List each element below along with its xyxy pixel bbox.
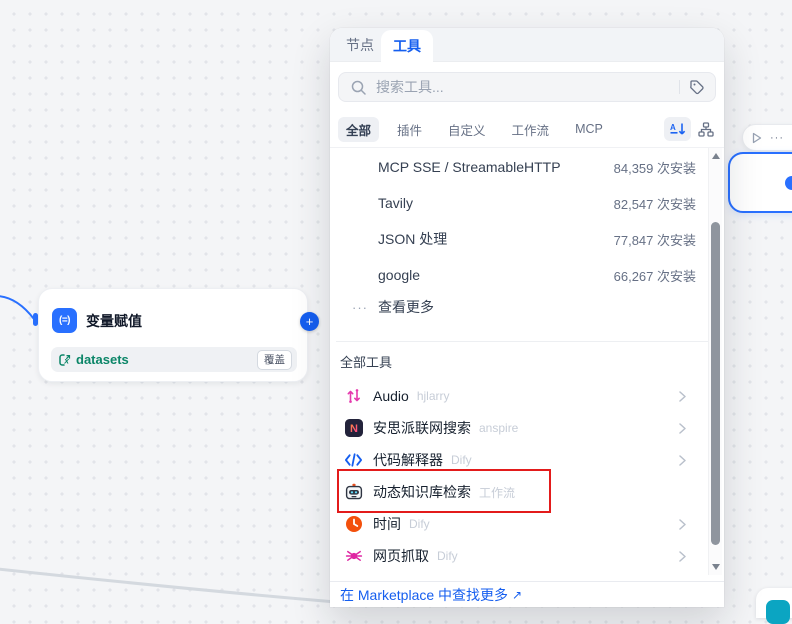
tree-view-icon [698,122,714,137]
svg-text:A: A [670,123,676,132]
tool-name: 时间 [373,514,401,534]
tool-name: 安思派联网搜索 [373,418,471,438]
install-count: 84,359 次安装 [614,158,696,177]
popular-tools-list: MCP SSE / StreamableHTTP 84,359 次安装 Tavi… [330,149,710,321]
robot-tool-icon [345,483,363,501]
panel-footer: 在 Marketplace 中查找更多 ↗ [340,582,522,607]
tool-author: Dify [437,549,458,563]
node-selected-partial[interactable] [728,152,792,213]
scroll-down-arrow-icon[interactable] [712,564,720,570]
scroll-up-arrow-icon[interactable] [712,153,720,159]
ellipsis-icon: ··· [352,300,368,315]
section-title-all-tools: 全部工具 [340,352,392,371]
tools-panel: 节点 工具 全部 插件 自定义 工作流 MCP A [330,28,724,607]
external-link-icon: ↗ [512,588,522,602]
tab-nodes[interactable]: 节点 [346,28,374,62]
tool-name: 动态知识库检索 [373,482,471,502]
tool-row-time[interactable]: 时间 Dify [330,508,710,540]
filter-workflow[interactable]: 工作流 [504,117,558,142]
assigned-variable-row[interactable]: x datasets 覆盖 [51,347,297,372]
tool-name: JSON 处理 [378,229,447,249]
edge-blue [0,296,34,319]
tool-author: anspire [479,421,518,435]
tag-filter-icon[interactable] [689,79,705,95]
panel-tab-bar: 节点 工具 [330,28,724,62]
search-icon [351,80,366,95]
tool-row-dynamic-knowledge-retrieval[interactable]: 动态知识库检索 工作流 [330,476,710,508]
edge-gray [0,569,336,602]
view-more-label: 查看更多 [378,297,434,317]
add-next-node-button[interactable]: + [300,312,319,331]
code-tool-icon [344,453,363,467]
tool-name: 网页抓取 [373,546,429,566]
sort-button[interactable]: A [664,117,691,141]
tool-row-mcp-sse[interactable]: MCP SSE / StreamableHTTP 84,359 次安装 [330,149,710,185]
more-icon[interactable]: ··· [770,132,784,144]
chevron-right-icon [679,455,686,466]
tool-search-box[interactable] [338,72,716,102]
anspire-tool-icon: N [345,419,363,437]
tool-row-tavily[interactable]: Tavily 82,547 次安装 [330,185,710,221]
variable-name: datasets [76,352,129,367]
tool-row-json[interactable]: JSON 处理 77,847 次安装 [330,221,710,257]
search-input[interactable] [374,78,670,96]
filter-mcp[interactable]: MCP [567,119,611,139]
sort-az-icon: A [670,122,686,136]
tool-name: 代码解释器 [373,450,443,470]
clock-tool-icon [345,515,363,533]
write-mode-badge: 覆盖 [257,350,292,370]
tool-row-google[interactable]: google 66,267 次安装 [330,257,710,293]
chevron-right-icon [679,391,686,402]
divider [336,341,710,342]
filter-bar: 全部 插件 自定义 工作流 MCP A [338,117,718,141]
tool-name: Audio [373,388,409,404]
node-title: 变量赋值 [86,311,142,331]
node-variable-assigner[interactable]: (=) 变量赋值 + x datasets 覆盖 [38,288,308,382]
install-count: 82,547 次安装 [614,194,696,213]
tool-author: hjlarry [417,389,450,403]
all-tools-list: Audio hjlarry N 安思 [330,380,710,572]
tool-row-code-interpreter[interactable]: 代码解释器 Dify [330,444,710,476]
scrollbar-thumb[interactable] [711,222,720,545]
tool-row-web-scraper[interactable]: 网页抓取 Dify [330,540,710,572]
view-more-button[interactable]: ··· 查看更多 [330,293,710,321]
tool-name: MCP SSE / StreamableHTTP [378,159,561,175]
chevron-right-icon [679,519,686,530]
group-view-button[interactable] [694,117,718,141]
node-corner-icon [766,600,790,624]
marketplace-link[interactable]: 在 Marketplace 中查找更多 [340,585,508,605]
tool-name: Tavily [378,195,413,211]
install-count: 77,847 次安装 [614,230,696,249]
node-handle-dot[interactable] [785,176,792,190]
tool-author: Dify [409,517,430,531]
panel-scrollbar[interactable] [708,148,722,575]
filter-all[interactable]: 全部 [338,117,379,142]
play-icon[interactable] [752,132,762,144]
node-header: (=) 变量赋值 [52,308,142,333]
node-floating-toolbar[interactable]: ··· [742,124,792,151]
spider-tool-icon [345,547,363,565]
plus-icon: + [306,315,314,328]
chevron-right-icon [679,551,686,562]
install-count: 66,267 次安装 [614,266,696,285]
tool-row-audio[interactable]: Audio hjlarry [330,380,710,412]
variable-assigner-icon: (=) [52,308,77,333]
tool-author: 工作流 [479,484,515,501]
search-divider [679,80,680,94]
workflow-canvas[interactable]: { "canvas": { "assigner_node": { "icon_g… [0,0,792,607]
filter-custom[interactable]: 自定义 [440,117,494,142]
node-corner-partial[interactable] [756,588,792,618]
variable-icon: x [58,353,72,367]
tool-author: Dify [451,453,472,467]
tab-tools[interactable]: 工具 [381,30,433,63]
chevron-right-icon [679,423,686,434]
tool-name: google [378,267,420,283]
audio-tool-icon [345,387,363,405]
tool-row-anspire[interactable]: N 安思派联网搜索 anspire [330,412,710,444]
svg-text:N: N [350,423,358,435]
filter-plugin[interactable]: 插件 [389,117,430,142]
divider [330,147,724,148]
